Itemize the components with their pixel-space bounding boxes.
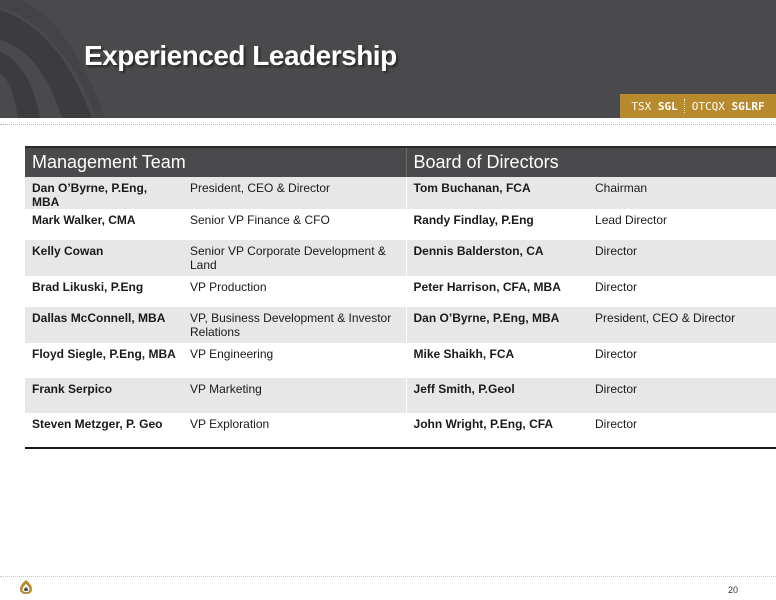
stock-ticker-badge: TSX SGL OTCQX SGLRF	[620, 94, 776, 118]
ticker-symbol-otcqx: SGLRF	[731, 99, 765, 113]
board-role: Director	[588, 343, 776, 378]
board-name: Dan O’Byrne, P.Eng, MBA	[405, 307, 589, 343]
management-name: Brad Likuski, P.Eng	[25, 276, 183, 307]
management-team-header: Management Team	[25, 146, 407, 177]
table-row: Floyd Siegle, P.Eng, MBA VP Engineering …	[25, 343, 776, 378]
management-name: Dallas McConnell, MBA	[25, 307, 183, 343]
board-of-directors-header: Board of Directors	[405, 146, 776, 177]
board-name: Mike Shaikh, FCA	[405, 343, 589, 378]
table-row: Steven Metzger, P. Geo VP Exploration Jo…	[25, 413, 776, 448]
board-name: Jeff Smith, P.Geol	[405, 378, 589, 413]
table-row: Frank Serpico VP Marketing Jeff Smith, P…	[25, 378, 776, 413]
management-role: VP Production	[183, 276, 407, 307]
company-flame-logo-icon	[20, 580, 32, 594]
table-row: Kelly Cowan Senior VP Corporate Developm…	[25, 240, 776, 276]
table-row: Dallas McConnell, MBA VP, Business Devel…	[25, 307, 776, 343]
table-row: Mark Walker, CMA Senior VP Finance & CFO…	[25, 209, 776, 240]
management-name: Dan O’Byrne, P.Eng, MBA	[25, 177, 183, 209]
management-role: VP Engineering	[183, 343, 407, 378]
management-role: VP Marketing	[183, 378, 407, 413]
board-role: Director	[588, 276, 776, 307]
board-role: Director	[588, 240, 776, 276]
ticker-exchange-otcqx: OTCQX	[691, 99, 725, 113]
ticker-separator	[683, 99, 686, 113]
ticker-symbol-tsx: SGL	[657, 99, 678, 113]
page-title: Experienced Leadership	[84, 40, 397, 71]
board-role: Director	[588, 413, 776, 448]
table-header-row: Management Team Board of Directors	[25, 146, 776, 177]
management-name: Mark Walker, CMA	[25, 209, 183, 240]
board-name: John Wright, P.Eng, CFA	[405, 413, 589, 448]
ticker-exchange-tsx: TSX	[631, 99, 652, 113]
board-role: Chairman	[588, 177, 776, 209]
management-name: Floyd Siegle, P.Eng, MBA	[25, 343, 183, 378]
leadership-table: Management Team Board of Directors Dan O…	[25, 146, 776, 449]
footer-divider	[0, 576, 776, 577]
board-role: Lead Director	[588, 209, 776, 240]
management-name: Kelly Cowan	[25, 240, 183, 276]
table-row: Brad Likuski, P.Eng VP Production Peter …	[25, 276, 776, 307]
header-divider	[0, 124, 776, 125]
management-role: Senior VP Finance & CFO	[183, 209, 407, 240]
management-role: Senior VP Corporate Development & Land	[183, 240, 407, 276]
board-role: Director	[588, 378, 776, 413]
board-name: Dennis Balderston, CA	[405, 240, 589, 276]
management-role: VP Exploration	[183, 413, 407, 448]
table-row: Dan O’Byrne, P.Eng, MBA President, CEO &…	[25, 177, 776, 209]
board-name: Tom Buchanan, FCA	[405, 177, 589, 209]
management-role: VP, Business Development & Investor Rela…	[183, 307, 407, 343]
board-role: President, CEO & Director	[588, 307, 776, 343]
management-name: Frank Serpico	[25, 378, 183, 413]
board-name: Randy Findlay, P.Eng	[405, 209, 589, 240]
page-number: 20	[727, 585, 738, 595]
management-name: Steven Metzger, P. Geo	[25, 413, 183, 448]
management-role: President, CEO & Director	[183, 177, 407, 209]
slide-header: Experienced Leadership TSX SGL OTCQX SGL…	[0, 0, 776, 118]
board-name: Peter Harrison, CFA, MBA	[405, 276, 589, 307]
